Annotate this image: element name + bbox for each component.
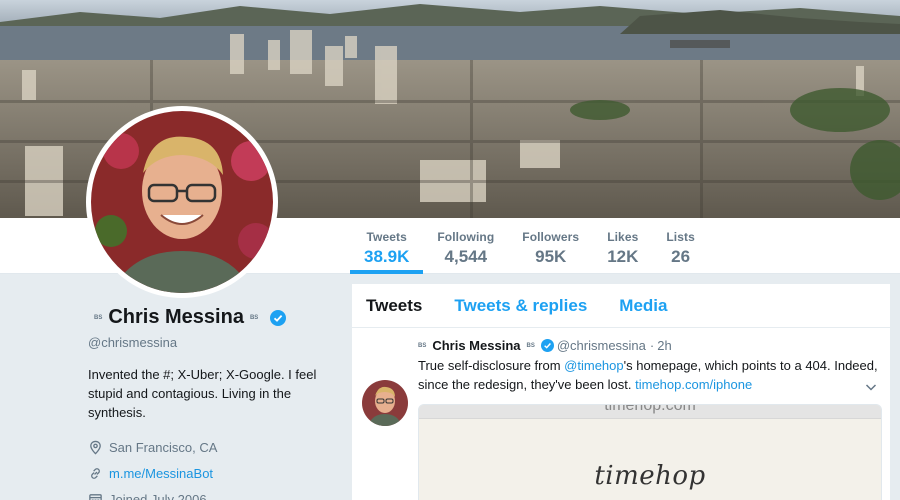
tweet[interactable]: BS Chris Messina BS @chrismessina · 2h T… [352, 328, 890, 500]
link-icon [91, 467, 100, 479]
stat-followers[interactable]: Followers 95K [508, 218, 593, 274]
tweet-media[interactable]: timehop.com timehop [418, 404, 882, 500]
tweet-badge: BS [418, 342, 427, 349]
profile-meta: San Francisco, CA m.me/MessinaBot Joined… [88, 434, 338, 500]
tab-tweets[interactable]: Tweets [366, 296, 422, 316]
profile-link[interactable]: m.me/MessinaBot [109, 466, 213, 481]
location-row: San Francisco, CA [88, 434, 338, 460]
stat-likes[interactable]: Likes 12K [593, 218, 652, 274]
tab-media[interactable]: Media [619, 296, 667, 316]
browser-address-bar: timehop.com [419, 405, 881, 419]
stat-value: 12K [607, 247, 639, 266]
tweet-author-name[interactable]: Chris Messina [432, 338, 520, 353]
profile-handle[interactable]: @chrismessina [88, 335, 338, 350]
calendar-icon [89, 493, 102, 500]
stat-label: Following [437, 230, 495, 244]
tweet-text-part: True self-disclosure from [418, 358, 565, 373]
profile-avatar[interactable] [86, 106, 278, 298]
stat-label: Tweets [366, 230, 407, 244]
stat-value: 26 [671, 247, 691, 266]
chevron-down-icon[interactable] [864, 380, 878, 394]
profile-name[interactable]: Chris Messina [108, 306, 244, 329]
tweet-badge: BS [526, 342, 535, 349]
profile-bio: Invented the #; X-Uber; X-Google. I feel… [88, 367, 317, 420]
stat-value: 38.9K [364, 247, 410, 266]
browser-url: timehop.com [604, 404, 696, 414]
name-row: BS Chris Messina BS [88, 306, 338, 329]
stat-value: 4,544 [444, 247, 488, 266]
timeline-tabs: Tweets Tweets & replies Media [352, 284, 890, 328]
stat-label: Lists [666, 230, 695, 244]
location-icon [90, 440, 101, 454]
stat-label: Likes [607, 230, 639, 244]
verified-icon [540, 339, 554, 352]
joined-text: Joined July 2006 [109, 491, 207, 500]
profile-stats: Tweets 38.9K Following 4,544 Followers 9… [350, 218, 709, 274]
tweet-header: BS Chris Messina BS @chrismessina · 2h [418, 338, 878, 353]
stat-label: Followers [522, 230, 580, 244]
name-badge: BS [94, 314, 103, 321]
tweet-separator: · [649, 338, 655, 353]
timeline: Tweets Tweets & replies Media BS Chris M… [352, 284, 890, 500]
timehop-logo: timehop [594, 461, 706, 491]
profile-card: BS Chris Messina BS @chrismessina Invent… [88, 306, 338, 500]
joined-row: Joined July 2006 [88, 486, 338, 500]
tweet-link[interactable]: timehop.com/iphone [635, 377, 752, 392]
stat-following[interactable]: Following 4,544 [423, 218, 508, 274]
tweet-timestamp[interactable]: 2h [657, 338, 671, 353]
tweet-author-handle[interactable]: @chrismessina [557, 338, 646, 353]
name-badge: BS [249, 314, 259, 321]
tab-tweets-replies[interactable]: Tweets & replies [454, 296, 587, 316]
stat-tweets[interactable]: Tweets 38.9K [350, 218, 424, 274]
link-row: m.me/MessinaBot [88, 460, 338, 486]
stat-lists[interactable]: Lists 26 [652, 218, 709, 274]
avatar-photo [91, 111, 273, 293]
location-text: San Francisco, CA [109, 439, 218, 455]
tweet-text: True self-disclosure from @timehop's hom… [418, 356, 878, 394]
stat-value: 95K [535, 247, 567, 266]
tweet-mention[interactable]: @timehop [564, 358, 623, 373]
verified-icon [270, 309, 287, 326]
tweet-avatar[interactable] [362, 380, 408, 426]
